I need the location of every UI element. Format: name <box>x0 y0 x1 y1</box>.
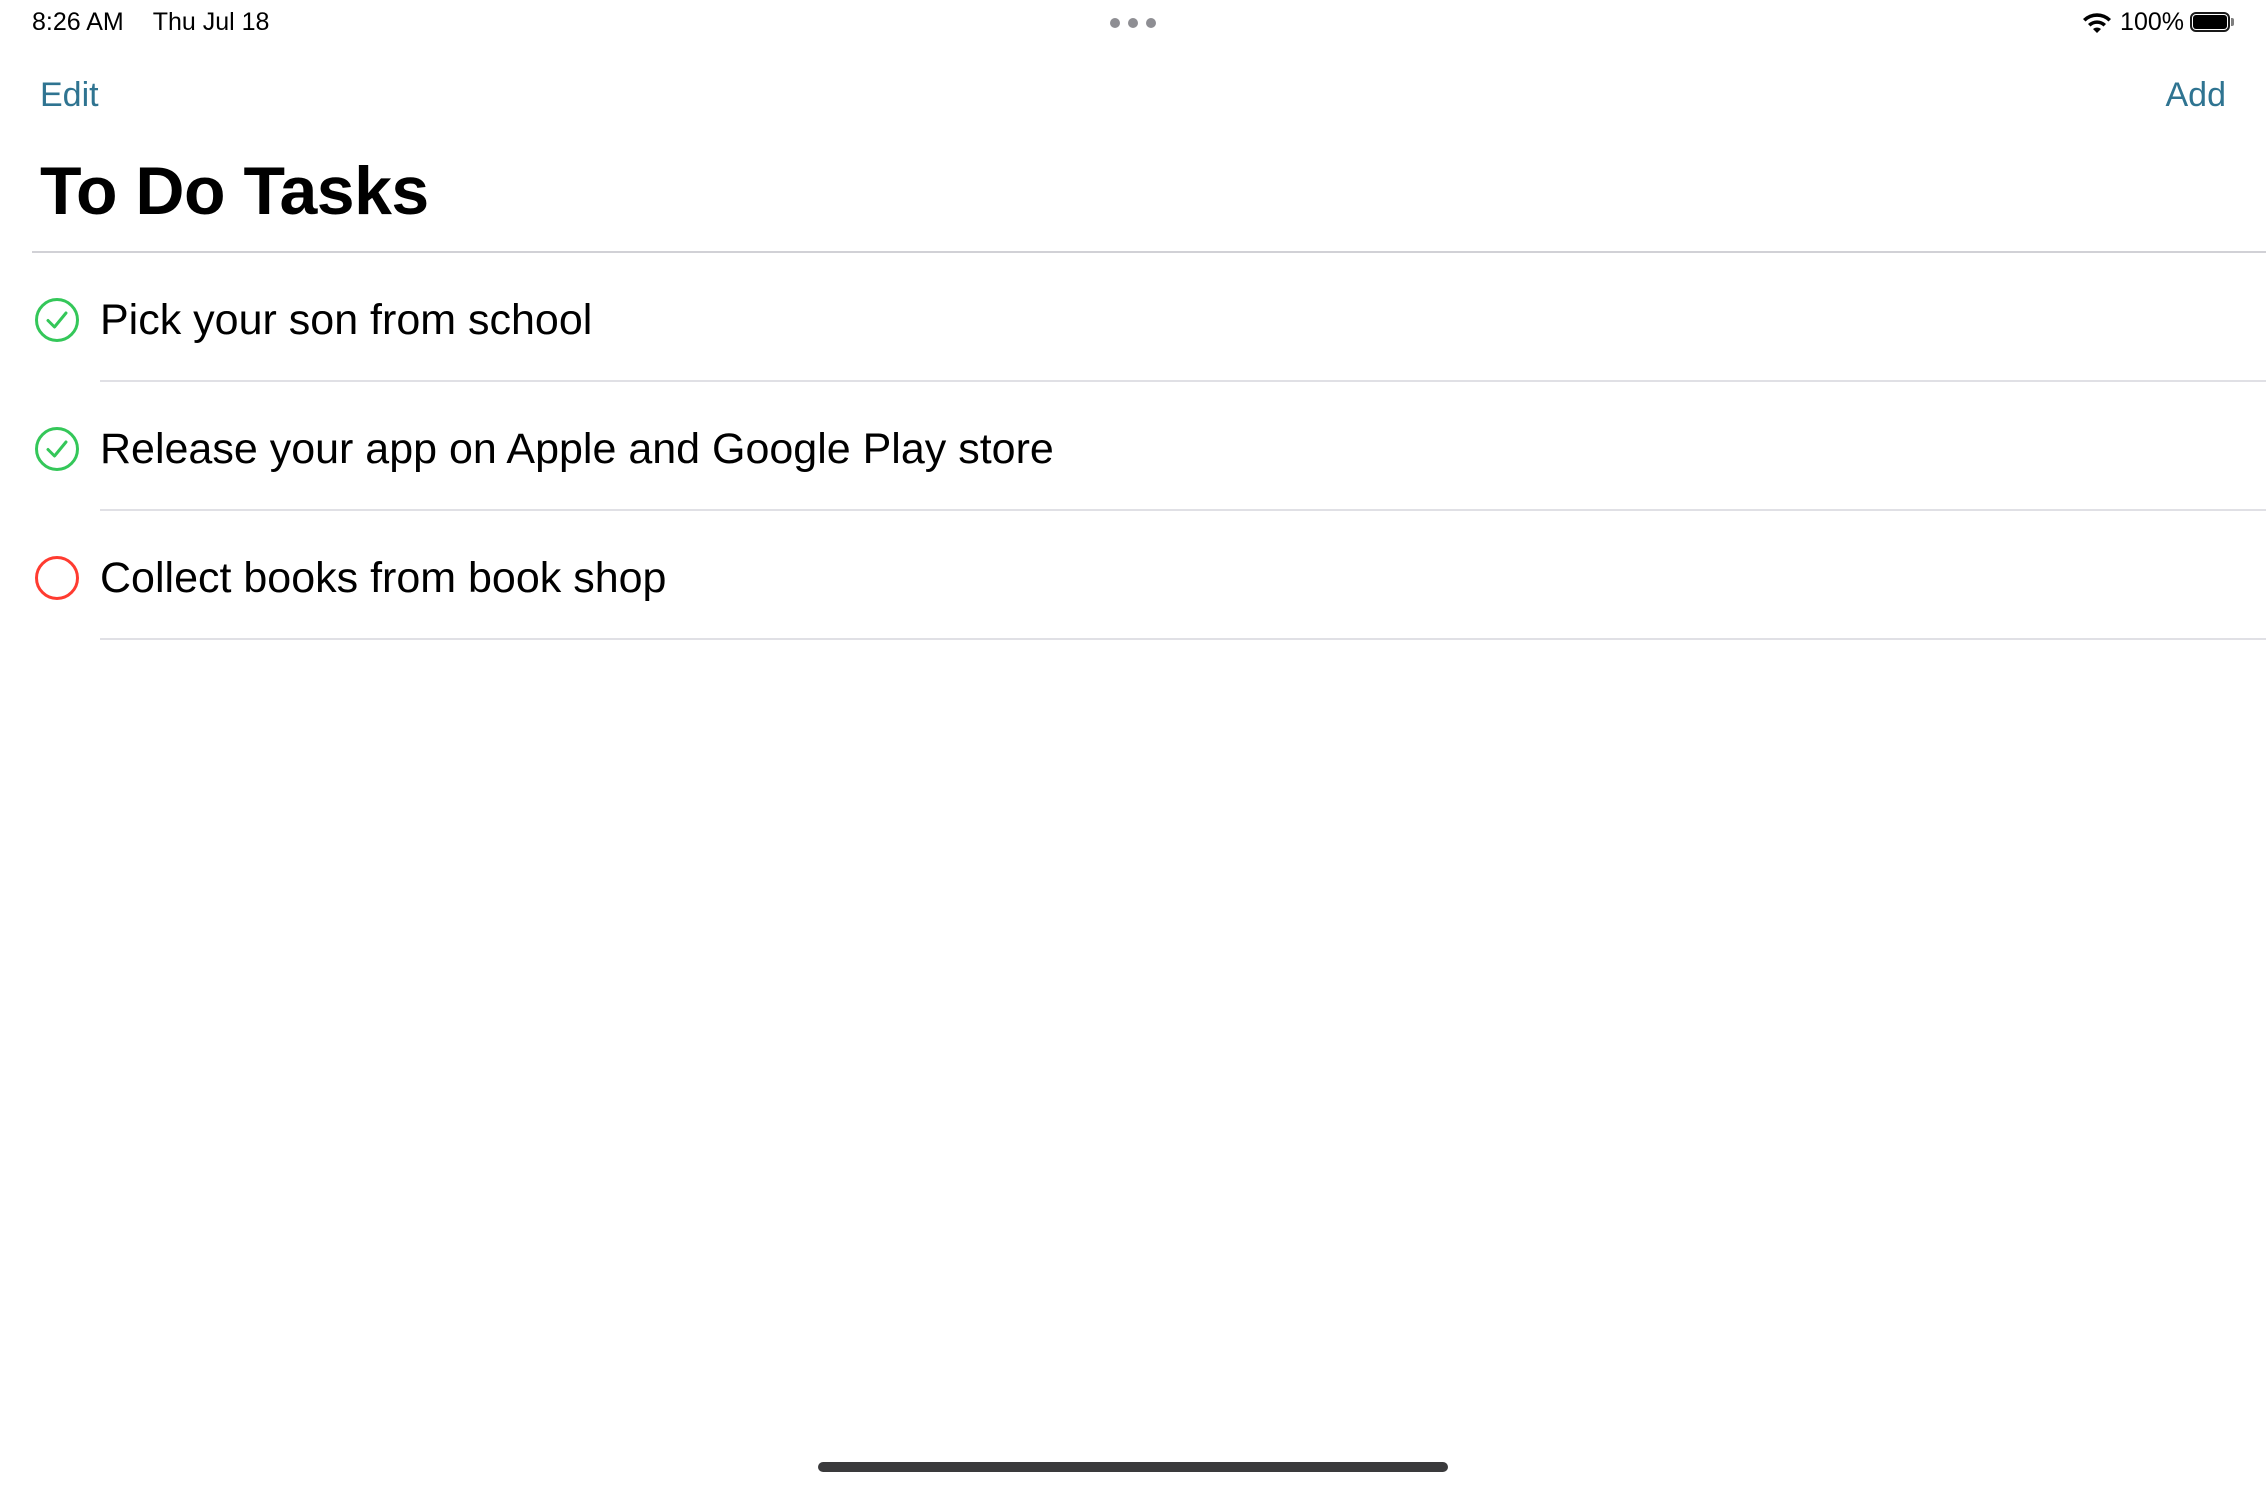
wifi-icon <box>2083 12 2112 33</box>
task-row[interactable]: Pick your son from school <box>0 253 2266 382</box>
home-indicator[interactable] <box>818 1462 1448 1472</box>
page-title: To Do Tasks <box>40 153 429 229</box>
dot-icon <box>1146 18 1156 28</box>
battery-icon <box>2190 11 2236 34</box>
battery-percent: 100% <box>2120 8 2184 36</box>
task-list: Pick your son from school Release your ap… <box>0 253 2266 640</box>
status-indicators: 100% <box>2082 8 2236 37</box>
empty-circle-icon[interactable] <box>34 555 80 601</box>
check-circle-icon[interactable] <box>34 426 80 472</box>
dot-icon <box>1110 18 1120 28</box>
multitasking-handle[interactable] <box>1110 18 1156 28</box>
task-label: Collect books from book shop <box>100 554 667 602</box>
dot-icon <box>1128 18 1138 28</box>
task-label: Release your app on Apple and Google Pla… <box>100 425 1054 473</box>
add-button[interactable]: Add <box>2166 76 2227 115</box>
status-time: 8:26 AM <box>32 8 124 36</box>
task-row[interactable]: Collect books from book shop <box>0 511 2266 640</box>
check-circle-icon[interactable] <box>34 297 80 343</box>
edit-button[interactable]: Edit <box>40 76 99 115</box>
status-date: Thu Jul 18 <box>152 8 270 36</box>
status-time-date: 8:26 AM Thu Jul 18 <box>32 8 269 37</box>
status-bar: 8:26 AM Thu Jul 18 100% <box>0 0 2266 50</box>
task-label: Pick your son from school <box>100 296 593 344</box>
row-divider <box>100 638 2266 640</box>
task-row[interactable]: Release your app on Apple and Google Pla… <box>0 382 2266 511</box>
